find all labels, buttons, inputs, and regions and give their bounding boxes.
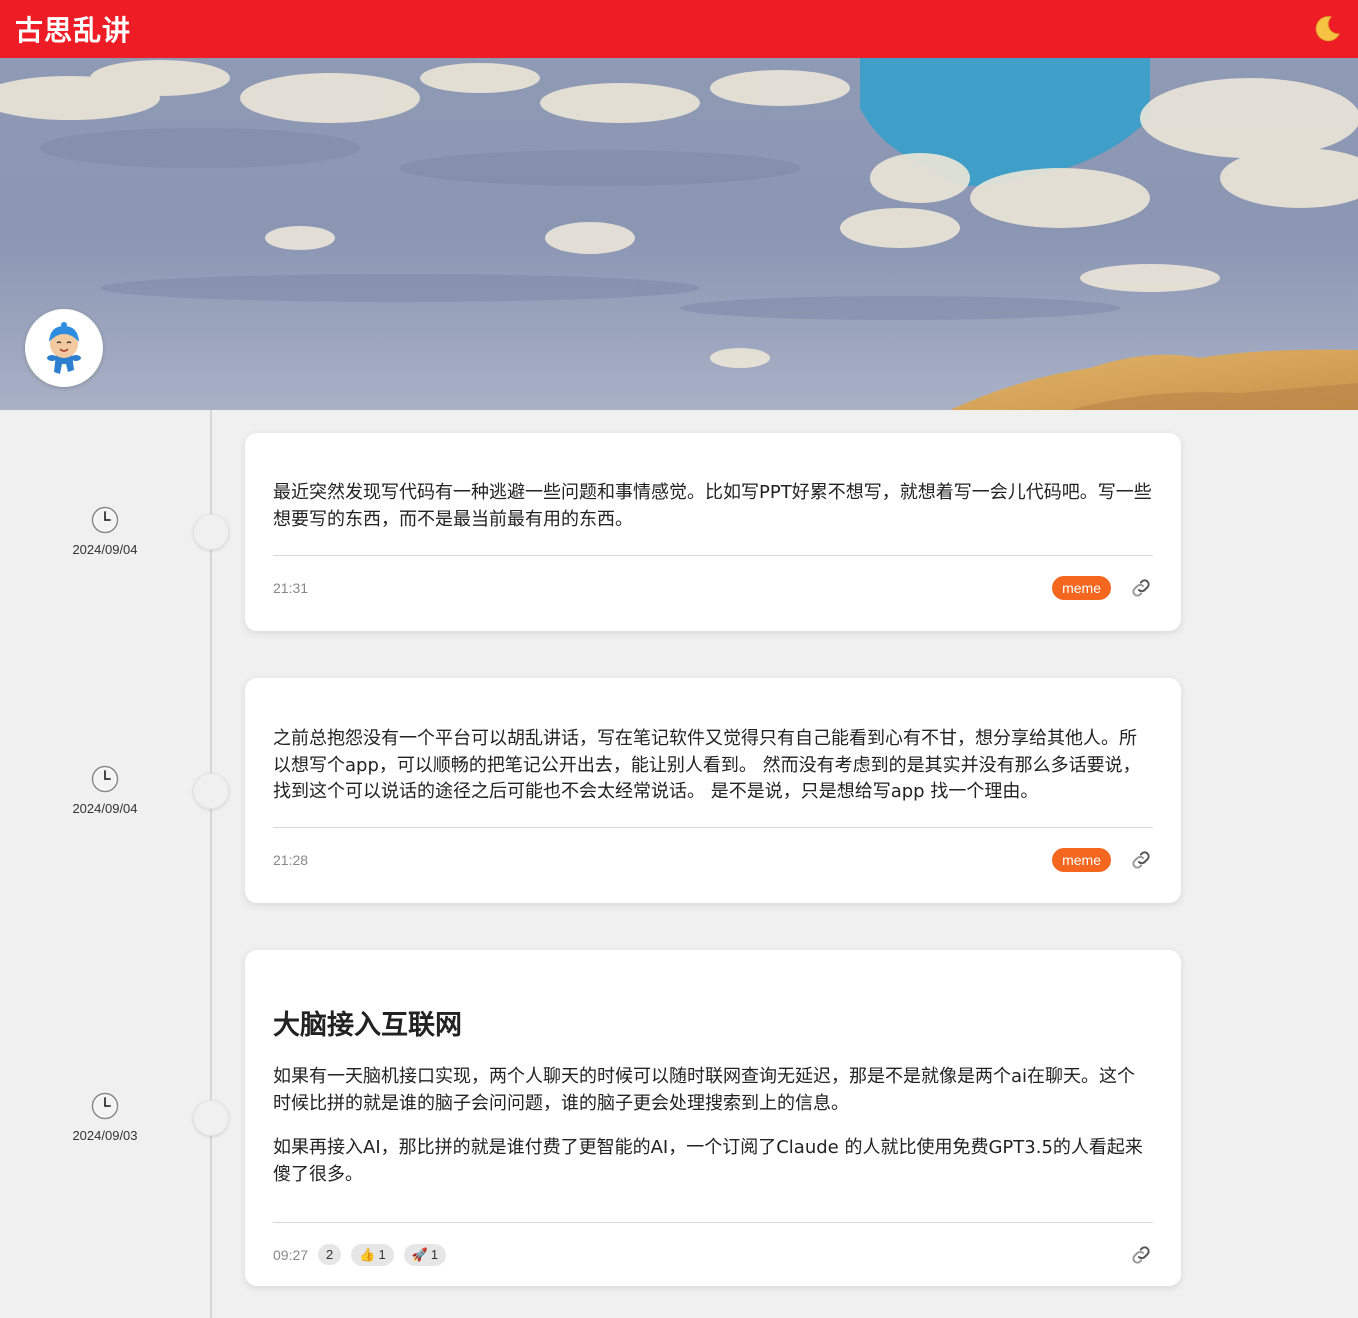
post-date-column: 2024/09/04 (40, 765, 170, 816)
post-body: 之前总抱怨没有一个平台可以胡乱讲话，写在笔记软件又觉得只有自己能看到心有不甘，想… (273, 726, 1153, 827)
avatar[interactable] (25, 309, 103, 387)
post-heading: 大脑接入互联网 (273, 1010, 462, 1041)
post-card: 大脑接入互联网 如果有一天脑机接口实现，两个人聊天的时候可以随时联网查询无延迟，… (245, 950, 1181, 1286)
post-date: 2024/09/04 (72, 542, 138, 557)
reaction-thumbs-up[interactable]: 👍 1 (351, 1243, 394, 1266)
post-paragraph: 如果再接入AI，那比拼的就是谁付费了更智能的AI，一个订阅了Claude 的人就… (273, 1137, 1143, 1185)
thumbs-up-icon: 👍 (359, 1246, 376, 1262)
comment-count-badge[interactable]: 2 (318, 1244, 342, 1265)
post-date: 2024/09/04 (72, 801, 138, 816)
timeline-dot (193, 773, 229, 809)
post-time: 09:27 (273, 1246, 309, 1263)
post-footer: 21:28 meme (273, 827, 1153, 891)
post-date-column: 2024/09/03 (40, 1092, 170, 1143)
post-date-column: 2024/09/04 (40, 506, 170, 557)
link-icon[interactable] (1129, 1243, 1153, 1267)
link-icon[interactable] (1129, 576, 1153, 600)
post-time: 21:31 (273, 579, 309, 596)
post-body: 如果有一天脑机接口实现，两个人聊天的时候可以随时联网查询无延迟，那是不是就像是两… (273, 1064, 1153, 1222)
top-bar: 古思乱讲 (0, 0, 1358, 58)
post-time: 21:28 (273, 851, 309, 868)
clock-icon (91, 765, 119, 793)
banner-image (0, 58, 1358, 410)
timeline-dot (193, 514, 229, 550)
post-paragraph: 最近突然发现写代码有一种逃避一些问题和事情感觉。比如写PPT好累不想写，就想着写… (273, 482, 1152, 530)
post-paragraph: 如果有一天脑机接口实现，两个人聊天的时候可以随时联网查询无延迟，那是不是就像是两… (273, 1066, 1136, 1114)
timeline-dot (193, 1100, 229, 1136)
tag-badge[interactable]: meme (1052, 847, 1111, 872)
site-title[interactable]: 古思乱讲 (15, 9, 131, 49)
reaction-count: 1 (378, 1247, 386, 1262)
post-card: 之前总抱怨没有一个平台可以胡乱讲话，写在笔记软件又觉得只有自己能看到心有不甘，想… (245, 678, 1181, 903)
post-footer: 21:31 meme (273, 555, 1153, 619)
post-body: 最近突然发现写代码有一种逃避一些问题和事情感觉。比如写PPT好累不想写，就想着写… (273, 480, 1153, 555)
post-paragraph: 之前总抱怨没有一个平台可以胡乱讲话，写在笔记软件又觉得只有自己能看到心有不甘，想… (273, 728, 1141, 802)
tag-badge[interactable]: meme (1052, 575, 1111, 600)
clock-icon (91, 506, 119, 534)
post-card: 最近突然发现写代码有一种逃避一些问题和事情感觉。比如写PPT好累不想写，就想着写… (245, 433, 1181, 631)
post-date: 2024/09/03 (72, 1128, 138, 1143)
moon-icon[interactable] (1310, 12, 1344, 46)
clock-icon (91, 1092, 119, 1120)
rocket-icon: 🚀 (411, 1246, 428, 1262)
reaction-rocket[interactable]: 🚀 1 (403, 1243, 447, 1266)
reaction-count: 1 (430, 1247, 439, 1262)
post-footer: 09:27 2 👍 1 🚀 1 (273, 1222, 1153, 1286)
link-icon[interactable] (1129, 848, 1153, 872)
